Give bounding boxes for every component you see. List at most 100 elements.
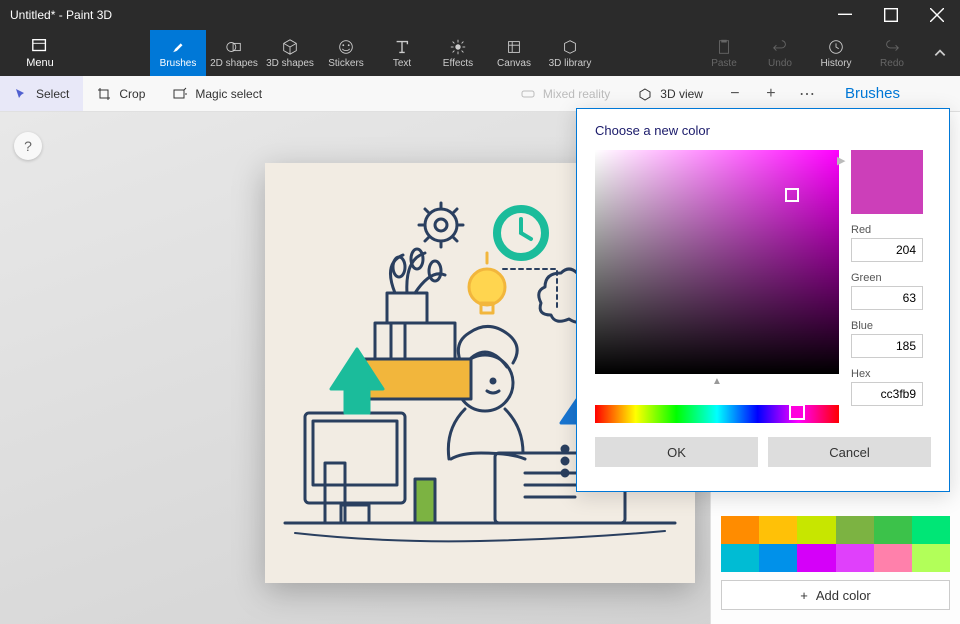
saturation-handle[interactable] <box>785 188 799 202</box>
undo-label: Undo <box>768 58 792 69</box>
view3d-label: 3D view <box>660 87 703 101</box>
paste-button[interactable]: Paste <box>696 30 752 76</box>
palette-swatch[interactable] <box>874 516 912 544</box>
palette-swatch[interactable] <box>721 544 759 572</box>
palette-swatch[interactable] <box>912 544 950 572</box>
palette-swatch[interactable] <box>797 516 835 544</box>
minimize-button[interactable] <box>822 0 868 30</box>
ellipsis-icon: ⋯ <box>799 84 815 104</box>
stickers-label: Stickers <box>328 58 364 69</box>
crop-tool[interactable]: Crop <box>83 76 159 111</box>
palette-swatch[interactable] <box>836 516 874 544</box>
palette-swatch[interactable] <box>759 544 797 572</box>
effects-label: Effects <box>443 58 473 69</box>
close-icon <box>930 8 944 22</box>
red-input[interactable] <box>851 238 923 262</box>
plus-icon: + <box>766 85 775 103</box>
more-options-button[interactable]: ⋯ <box>789 76 825 112</box>
hex-label: Hex <box>851 368 931 380</box>
palette-swatch[interactable] <box>836 544 874 572</box>
red-label: Red <box>851 224 931 236</box>
canvas-label: Canvas <box>497 58 531 69</box>
plus-icon: + <box>800 588 808 603</box>
vr-icon <box>521 87 535 101</box>
redo-label: Redo <box>880 58 904 69</box>
stickers-icon <box>337 38 355 56</box>
blue-input[interactable] <box>851 334 923 358</box>
add-color-button[interactable]: + Add color <box>721 580 950 610</box>
hamburger-icon <box>31 37 49 55</box>
brushes-label: Brushes <box>160 58 197 69</box>
shapes-2d-icon <box>225 38 243 56</box>
zoom-in-button[interactable]: + <box>753 76 789 112</box>
select-tool[interactable]: Select <box>0 76 83 111</box>
palette-swatch[interactable] <box>759 516 797 544</box>
color-picker-dialog: Choose a new color ▲ ▶ Red Green Blue <box>576 108 950 492</box>
effects-icon <box>449 38 467 56</box>
palette-swatch[interactable] <box>721 516 759 544</box>
tool-2d-shapes[interactable]: 2D shapes <box>206 30 262 76</box>
tool-stickers[interactable]: Stickers <box>318 30 374 76</box>
paste-label: Paste <box>711 58 737 69</box>
undo-icon <box>771 38 789 56</box>
crop-icon <box>97 87 111 101</box>
hex-input[interactable] <box>851 382 923 406</box>
palette-swatch[interactable] <box>874 544 912 572</box>
hue-handle[interactable] <box>789 404 805 420</box>
window-title: Untitled* - Paint 3D <box>10 8 112 22</box>
sub-toolbar: Select Crop Magic select Mixed reality 3… <box>0 76 960 112</box>
cancel-button[interactable]: Cancel <box>768 437 931 467</box>
tool-effects[interactable]: Effects <box>430 30 486 76</box>
close-button[interactable] <box>914 0 960 30</box>
magic-icon <box>173 87 187 101</box>
help-button[interactable]: ? <box>14 132 42 160</box>
crop-label: Crop <box>119 87 145 101</box>
magic-label: Magic select <box>195 87 262 101</box>
undo-button[interactable]: Undo <box>752 30 808 76</box>
green-input[interactable] <box>851 286 923 310</box>
saturation-box[interactable] <box>595 150 839 374</box>
canvas-icon <box>505 38 523 56</box>
tool-canvas[interactable]: Canvas <box>486 30 542 76</box>
add-color-label: Add color <box>816 588 871 603</box>
palette-swatch[interactable] <box>912 516 950 544</box>
mixed-reality-button: Mixed reality <box>507 76 624 111</box>
history-icon <box>827 38 845 56</box>
redo-button[interactable]: Redo <box>864 30 920 76</box>
dialog-title: Choose a new color <box>595 123 931 138</box>
text-label: Text <box>393 58 411 69</box>
help-icon: ? <box>24 138 32 154</box>
3d-view-button[interactable]: 3D view <box>624 76 717 111</box>
text-icon <box>393 38 411 56</box>
chevron-up-icon <box>933 46 947 60</box>
mixed-label: Mixed reality <box>543 87 610 101</box>
tool-3d-library[interactable]: 3D library <box>542 30 598 76</box>
minimize-icon <box>838 8 852 22</box>
tool-3d-shapes[interactable]: 3D shapes <box>262 30 318 76</box>
maximize-button[interactable] <box>868 0 914 30</box>
collapse-ribbon[interactable] <box>920 30 960 76</box>
brush-icon <box>169 38 187 56</box>
zoom-out-button[interactable]: − <box>717 76 753 112</box>
redo-icon <box>883 38 901 56</box>
hue-indicator-icon: ▲ <box>595 376 839 387</box>
ok-button[interactable]: OK <box>595 437 758 467</box>
blue-label: Blue <box>851 320 931 332</box>
library-icon <box>561 38 579 56</box>
panel-title: Brushes <box>825 85 960 102</box>
triangle-right-icon: ▶ <box>837 154 845 167</box>
tool-text[interactable]: Text <box>374 30 430 76</box>
history-button[interactable]: History <box>808 30 864 76</box>
minus-icon: − <box>730 85 739 103</box>
paste-icon <box>715 38 733 56</box>
palette-swatch[interactable] <box>797 544 835 572</box>
green-label: Green <box>851 272 931 284</box>
shapes-3d-icon <box>281 38 299 56</box>
hue-slider[interactable] <box>595 405 839 423</box>
menu-button[interactable]: Menu <box>0 30 80 76</box>
magic-select-tool[interactable]: Magic select <box>159 76 276 111</box>
tool-brushes[interactable]: Brushes <box>150 30 206 76</box>
shapes2d-label: 2D shapes <box>210 58 258 69</box>
cursor-icon <box>14 87 28 101</box>
titlebar: Untitled* - Paint 3D <box>0 0 960 30</box>
